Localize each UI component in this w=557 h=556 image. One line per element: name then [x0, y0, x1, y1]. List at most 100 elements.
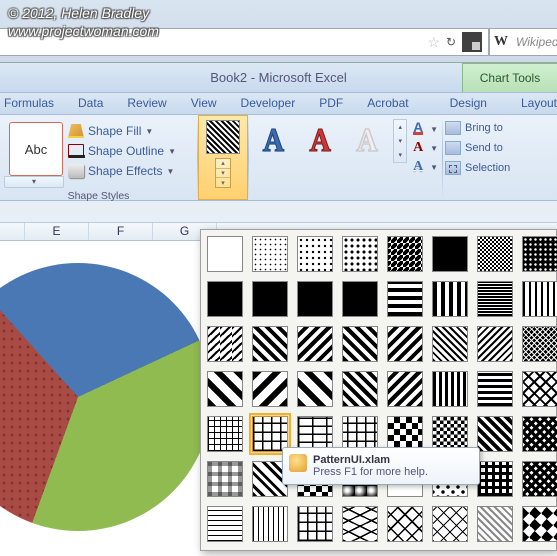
col-header[interactable] [0, 223, 25, 240]
search-placeholder: Wikiped [516, 35, 557, 49]
pattern-swatch-dots-dk[interactable] [522, 236, 557, 272]
pattern-swatch-dots-m[interactable] [342, 236, 378, 272]
bring-to-front-button[interactable]: Bring to [445, 119, 555, 137]
text-outline-button[interactable]: A▼ [413, 140, 438, 156]
pattern-swatch-50[interactable] [477, 236, 513, 272]
tab-developer[interactable]: Developer [241, 96, 296, 114]
wordart-style-3[interactable]: A [347, 119, 388, 161]
shape-effects-button[interactable]: Shape Effects▼ [68, 162, 193, 180]
pattern-swatch-hstripe[interactable] [387, 281, 423, 317]
wikipedia-icon: W [494, 34, 508, 50]
pattern-swatch-diag1-n[interactable] [432, 326, 468, 362]
pattern-swatch-diag2-n[interactable] [477, 326, 513, 362]
text-fill-button[interactable]: A▼ [413, 121, 438, 137]
excel-title-bar: Book2 - Microsoft Excel Chart Tools [0, 63, 557, 93]
pattern-swatch-diag2[interactable] [387, 326, 423, 362]
tooltip-text: Press F1 for more help. [313, 466, 471, 478]
url-bar[interactable]: ☆ ↻ [0, 28, 489, 56]
pattern-swatch-grid[interactable] [297, 506, 333, 542]
tab-review[interactable]: Review [127, 96, 166, 114]
chevron-down-icon: ▼ [168, 147, 176, 156]
browser-chrome: ☆ ↻ W Wikiped [0, 0, 557, 63]
pattern-swatch-trellis[interactable] [477, 416, 513, 452]
refresh-icon[interactable]: ↻ [446, 35, 456, 49]
document-title: Book2 - Microsoft Excel [210, 70, 347, 85]
tab-pdf[interactable]: PDF [319, 96, 343, 114]
chevron-down-icon: ▼ [167, 167, 175, 176]
pattern-swatch-hatch-d[interactable] [522, 461, 557, 497]
group-arrange: Bring to Send to Selection [443, 115, 557, 200]
browser-search[interactable]: W Wikiped [489, 28, 557, 56]
tab-data[interactable]: Data [78, 96, 103, 114]
pattern-swatch-outlined-diamond[interactable] [432, 506, 468, 542]
pattern-swatch-zig[interactable] [207, 326, 243, 362]
pattern-swatch-vstripe[interactable] [432, 281, 468, 317]
pattern-fill-dropdown[interactable]: ▴▾▾ [215, 158, 231, 188]
shape-fill-button[interactable]: Shape Fill▼ [68, 122, 193, 140]
pattern-swatch-hatch-d[interactable] [522, 416, 557, 452]
tab-layout[interactable]: Layout [521, 96, 557, 114]
pattern-swatch-diag2[interactable] [387, 371, 423, 407]
addin-icon [289, 454, 307, 472]
pattern-swatch-diag2[interactable] [297, 326, 333, 362]
pattern-fill-button[interactable] [206, 120, 240, 154]
pattern-swatch-black[interactable] [342, 281, 378, 317]
pattern-swatch-shingle[interactable] [342, 506, 378, 542]
pattern-swatch-black[interactable] [432, 236, 468, 272]
col-header[interactable]: E [25, 223, 89, 240]
pattern-swatch-hatch[interactable] [522, 371, 557, 407]
pattern-swatch-diag1-w[interactable] [297, 371, 333, 407]
pattern-swatch-grid-s[interactable] [207, 416, 243, 452]
pattern-swatch-diag-brick[interactable] [387, 506, 423, 542]
bookmark-icon[interactable]: ☆ [427, 34, 440, 51]
pattern-swatch-75[interactable] [387, 236, 423, 272]
pattern-swatch-diag2-w[interactable] [252, 371, 288, 407]
pattern-swatch-weave2[interactable] [477, 506, 513, 542]
pattern-swatch-black2[interactable] [207, 281, 243, 317]
pattern-swatch-dots-s[interactable] [297, 236, 333, 272]
tab-design[interactable]: Design [450, 96, 497, 114]
selection-pane-button[interactable]: Selection [445, 159, 555, 177]
pattern-swatch-blank[interactable] [207, 236, 243, 272]
wordart-style-2[interactable]: A [300, 119, 341, 161]
pattern-swatch-halftone[interactable] [477, 281, 513, 317]
tab-view[interactable]: View [191, 96, 217, 114]
tab-formulas[interactable]: Formulas [4, 96, 54, 114]
effects-icon [68, 164, 84, 178]
pattern-swatch-black[interactable] [297, 281, 333, 317]
pattern-swatch-hatch-dk[interactable] [522, 326, 557, 362]
shape-style-more[interactable]: ▾ [4, 176, 64, 188]
pattern-swatch-diag1[interactable] [342, 371, 378, 407]
group-label-shape-styles: Shape Styles [4, 188, 193, 204]
pattern-swatch-grid-d[interactable] [477, 461, 513, 497]
pattern-swatch-plaid[interactable] [207, 461, 243, 497]
pattern-swatch-solid-diamond[interactable] [522, 506, 557, 542]
pattern-swatch-black[interactable] [252, 281, 288, 317]
text-effects-button[interactable]: A▼ [413, 159, 438, 175]
tooltip-title: PatternUI.xlam [313, 454, 471, 466]
group-wordart-styles: A A A ▴▾▾ A▼ A▼ A▼ [249, 115, 442, 200]
pattern-swatch-diag1[interactable] [342, 326, 378, 362]
pattern-swatch-diag1-w[interactable] [207, 371, 243, 407]
ribbon-tabs: Formulas Data Review View Developer PDF … [0, 93, 557, 115]
shape-style-preview[interactable]: Abc [9, 122, 63, 176]
pattern-swatch-dots-xs[interactable] [252, 236, 288, 272]
col-header[interactable]: F [89, 223, 153, 240]
wordart-style-1[interactable]: A [253, 119, 294, 161]
shape-outline-button[interactable]: Shape Outline▼ [68, 142, 193, 160]
pattern-swatch-vstripe-n[interactable] [432, 371, 468, 407]
pattern-gallery-flyout [200, 229, 557, 551]
chart-tools-tab-group: Chart Tools [462, 63, 557, 92]
ribbon: Abc ▾ Shape Fill▼ Shape Outline▼ Shape E… [0, 115, 557, 201]
pattern-swatch-diag1[interactable] [252, 326, 288, 362]
formula-bar[interactable] [0, 201, 557, 223]
pattern-swatch-hthin[interactable] [207, 506, 243, 542]
pattern-swatch-hstripe-n[interactable] [477, 371, 513, 407]
wordart-more[interactable]: ▴▾▾ [393, 119, 407, 163]
pattern-swatch-vstripe-t[interactable] [522, 281, 557, 317]
tooltip: PatternUI.xlam Press F1 for more help. [282, 447, 480, 485]
tab-acrobat[interactable]: Acrobat [367, 96, 408, 114]
send-to-back-button[interactable]: Send to [445, 139, 555, 157]
pattern-swatch-vthin[interactable] [252, 506, 288, 542]
extension-icon[interactable] [462, 32, 482, 52]
